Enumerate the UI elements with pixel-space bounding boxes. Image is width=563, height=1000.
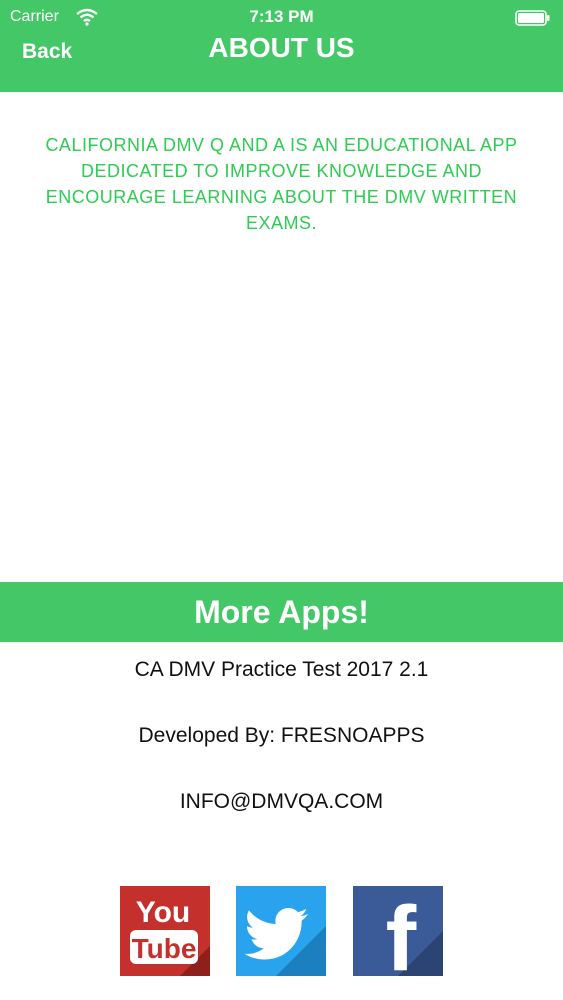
youtube-tube-text: Tube bbox=[132, 933, 197, 964]
facebook-icon: f bbox=[386, 888, 443, 976]
app-name-version: CA DMV Practice Test 2017 2.1 bbox=[134, 658, 429, 681]
email-link[interactable]: INFO@DMVQA.COM bbox=[0, 790, 563, 814]
battery-icon bbox=[515, 10, 550, 26]
youtube-icon: You Tube bbox=[130, 896, 210, 976]
status-time: 7:13 PM bbox=[249, 7, 314, 26]
twitter-bird-icon bbox=[244, 908, 326, 976]
youtube-you-text: You bbox=[136, 896, 190, 929]
about-description: CALIFORNIA DMV Q AND A IS AN EDUCATIONAL… bbox=[45, 135, 518, 233]
youtube-button[interactable]: You Tube bbox=[120, 886, 210, 976]
twitter-button[interactable] bbox=[236, 886, 326, 976]
developer-label: Developed By: FRESNOAPPS bbox=[138, 724, 425, 747]
more-apps-button[interactable]: More Apps! bbox=[0, 582, 563, 642]
facebook-f-letter: f bbox=[386, 888, 417, 976]
status-bar: Carrier 7:13 PM bbox=[0, 0, 563, 36]
navigation-bar: Carrier 7:13 PM Back ABOUT US bbox=[0, 0, 563, 92]
page-title: ABOUT US bbox=[208, 32, 355, 63]
facebook-button[interactable]: f bbox=[353, 886, 443, 976]
